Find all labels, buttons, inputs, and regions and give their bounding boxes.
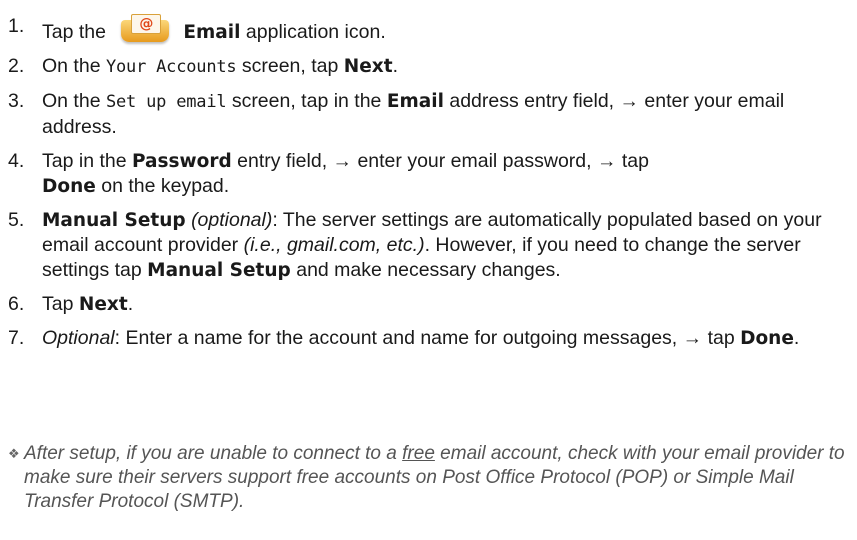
step-text: Tap xyxy=(42,293,74,315)
step-5: 5. Manual Setup (optional): The server s… xyxy=(8,208,848,283)
document-page: 1. Tap the @ Email application icon. 2. … xyxy=(0,0,857,540)
at-sign-icon: @ xyxy=(131,14,162,34)
email-app-icon: @ xyxy=(117,14,173,44)
step-text: On the xyxy=(42,55,101,77)
step-3: 3. On the Set up email screen, tap in th… xyxy=(8,89,848,140)
step-bold-text: Next xyxy=(343,56,393,77)
step-number: 1. xyxy=(8,15,25,37)
step-7: 7. Optional: Enter a name for the accoun… xyxy=(8,326,848,351)
step-italic-text: (i.e., gmail.com, etc.) xyxy=(243,234,425,256)
step-text: entry field, → enter your email password… xyxy=(237,150,649,172)
step-number: 4. xyxy=(8,150,25,172)
step-text: on the keypad. xyxy=(101,175,230,197)
note-underlined-text: free xyxy=(402,443,435,464)
step-text: application icon. xyxy=(245,21,386,43)
screen-name-text: Your Accounts xyxy=(105,57,237,77)
step-bold-text: Done xyxy=(740,328,794,349)
step-bold-text: Manual Setup xyxy=(42,210,186,231)
setup-note: ❖ After setup, if you are unable to conn… xyxy=(8,442,854,514)
step-number: 7. xyxy=(8,327,25,349)
step-italic-text: Optional xyxy=(42,327,115,349)
step-bold-text: Next xyxy=(78,294,128,315)
step-italic-text: (optional) xyxy=(191,209,273,231)
step-bold-text: Email xyxy=(183,22,241,43)
step-number: 3. xyxy=(8,90,25,112)
diamond-bullet-icon: ❖ xyxy=(8,446,20,461)
step-text: screen, tap in the xyxy=(231,90,382,112)
step-text: . xyxy=(793,327,800,349)
step-bold-text: Manual Setup xyxy=(147,260,291,281)
step-text: : Enter a name for the account and name … xyxy=(114,327,735,349)
step-number: 6. xyxy=(8,293,25,315)
step-number: 5. xyxy=(8,209,25,231)
step-text: and make necessary changes. xyxy=(296,259,561,281)
step-2: 2. On the Your Accounts screen, tap Next… xyxy=(8,54,848,80)
step-text: screen, tap xyxy=(241,55,339,77)
step-text: Tap the xyxy=(42,21,106,43)
step-bold-text: Email xyxy=(386,91,444,112)
screen-name-text: Set up email xyxy=(105,92,227,112)
step-text: . xyxy=(127,293,134,315)
instruction-list: 1. Tap the @ Email application icon. 2. … xyxy=(8,14,848,360)
step-text: On the xyxy=(42,90,101,112)
note-text: After setup, if you are unable to connec… xyxy=(24,443,397,464)
step-bold-text: Done xyxy=(42,176,96,197)
step-text: Tap in the xyxy=(42,150,127,172)
step-text: . xyxy=(392,55,398,77)
step-1: 1. Tap the @ Email application icon. xyxy=(8,14,848,45)
step-bold-text: Password xyxy=(131,151,232,172)
step-6: 6. Tap Next. xyxy=(8,292,848,317)
step-4: 4. Tap in the Password entry field, → en… xyxy=(8,149,848,199)
step-number: 2. xyxy=(8,55,25,77)
